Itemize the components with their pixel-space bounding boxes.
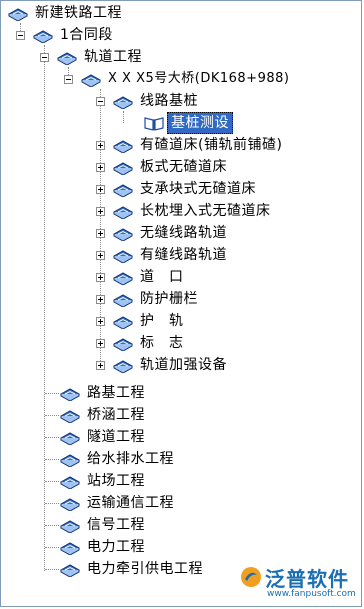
tree-line bbox=[45, 393, 59, 394]
book-icon bbox=[112, 272, 134, 285]
tree-line bbox=[45, 415, 59, 416]
book-icon bbox=[112, 162, 134, 175]
book-icon bbox=[59, 542, 81, 555]
expand-toggle[interactable] bbox=[96, 339, 105, 348]
tree-node-label: 长枕埋入式无碴道床 bbox=[140, 203, 271, 219]
expand-toggle[interactable] bbox=[96, 251, 105, 260]
tree-node-label: 1合同段 bbox=[60, 27, 113, 43]
expand-toggle[interactable] bbox=[96, 229, 105, 238]
tree-node-label: 有碴道床(铺轨前铺碴) bbox=[140, 137, 283, 153]
tree-node-label: 新建铁路工程 bbox=[35, 5, 122, 21]
tree-node-label: 无缝线路轨道 bbox=[140, 225, 227, 241]
tree-view[interactable]: 新建铁路工程 1合同段 轨道工程 X X X5号大桥(DK168+988) 线路… bbox=[0, 0, 362, 607]
tree-node-label: 标 志 bbox=[140, 335, 184, 351]
book-icon bbox=[112, 316, 134, 329]
tree-node-label: 板式无碴道床 bbox=[140, 159, 227, 175]
tree-node-label: 线路基桩 bbox=[140, 93, 198, 109]
tree-line bbox=[45, 459, 59, 460]
book-icon bbox=[112, 294, 134, 307]
expand-toggle[interactable] bbox=[96, 185, 105, 194]
tree-node-label: 电力牵引供电工程 bbox=[87, 561, 203, 577]
tree-line bbox=[45, 503, 59, 504]
book-icon bbox=[59, 476, 81, 489]
collapse-toggle[interactable] bbox=[16, 31, 25, 40]
tree-line bbox=[45, 525, 59, 526]
book-icon bbox=[80, 74, 102, 87]
tree-node-label: 轨道加强设备 bbox=[140, 357, 227, 373]
tree-line bbox=[45, 547, 59, 548]
tree-node-label: 运输通信工程 bbox=[87, 495, 174, 511]
book-icon bbox=[32, 30, 54, 43]
expand-toggle[interactable] bbox=[96, 273, 105, 282]
open-book-icon bbox=[144, 117, 164, 131]
tree-line bbox=[45, 569, 59, 570]
tree-node-label: 隧道工程 bbox=[87, 429, 145, 445]
tree-node-label: 桥涵工程 bbox=[87, 407, 145, 423]
tree-node-label: 轨道工程 bbox=[84, 49, 142, 65]
collapse-toggle[interactable] bbox=[96, 97, 105, 106]
book-icon bbox=[112, 140, 134, 153]
book-icon bbox=[112, 360, 134, 373]
book-icon bbox=[112, 184, 134, 197]
expand-toggle[interactable] bbox=[96, 295, 105, 304]
book-icon bbox=[59, 520, 81, 533]
collapse-toggle[interactable] bbox=[64, 75, 73, 84]
book-icon bbox=[112, 338, 134, 351]
tree-node-label: 护 轨 bbox=[140, 313, 184, 329]
book-icon bbox=[59, 432, 81, 445]
book-icon bbox=[59, 388, 81, 401]
tree-line bbox=[45, 481, 59, 482]
expand-toggle[interactable] bbox=[96, 317, 105, 326]
expand-toggle[interactable] bbox=[96, 163, 105, 172]
expand-toggle[interactable] bbox=[96, 207, 105, 216]
tree-node-label: 路基工程 bbox=[87, 385, 145, 401]
expand-toggle[interactable] bbox=[96, 141, 105, 150]
fanpu-logo-icon bbox=[241, 567, 261, 587]
tree-node-label: 信号工程 bbox=[87, 517, 145, 533]
book-icon bbox=[59, 498, 81, 511]
tree-node-label: 防护栅栏 bbox=[140, 291, 198, 307]
tree-node-label: 道 口 bbox=[140, 269, 184, 285]
tree-line bbox=[44, 45, 45, 571]
collapse-toggle[interactable] bbox=[40, 53, 49, 62]
book-icon bbox=[112, 250, 134, 263]
tree-node-label: 支承块式无碴道床 bbox=[140, 181, 256, 197]
tree-node-label: 给水排水工程 bbox=[87, 451, 174, 467]
tree-line bbox=[123, 111, 124, 123]
book-icon bbox=[59, 410, 81, 423]
tree-node-label: 电力工程 bbox=[87, 539, 145, 555]
tree-node-label-selected: 基桩测设 bbox=[167, 112, 233, 134]
tree-line bbox=[45, 437, 59, 438]
book-icon bbox=[112, 206, 134, 219]
book-icon bbox=[112, 96, 134, 109]
watermark-brand: 泛普软件 bbox=[265, 567, 349, 591]
book-icon bbox=[7, 8, 29, 21]
book-icon bbox=[112, 228, 134, 241]
book-icon bbox=[59, 454, 81, 467]
watermark-url: www.fanpusoft.com bbox=[267, 589, 356, 599]
tree-node-label: 有缝线路轨道 bbox=[140, 247, 227, 263]
tree-node-label: X X X5号大桥(DK168+988) bbox=[108, 71, 290, 86]
expand-toggle[interactable] bbox=[96, 361, 105, 370]
book-icon bbox=[59, 564, 81, 577]
book-icon bbox=[56, 52, 78, 65]
fanpu-watermark: 泛普软件 www.fanpusoft.com bbox=[237, 561, 362, 605]
tree-node-label: 站场工程 bbox=[87, 473, 145, 489]
